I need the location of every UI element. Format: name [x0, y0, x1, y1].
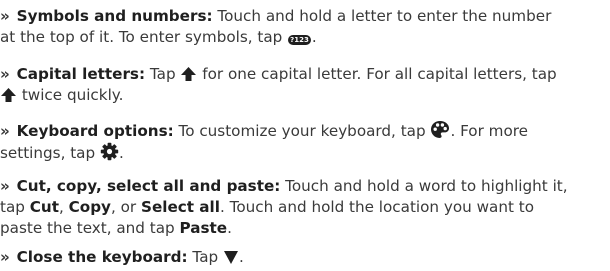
tip-close-keyboard: » Close the keyboard: Tap . — [0, 247, 608, 268]
tip-text: . For more — [450, 122, 528, 140]
tip-keyboard-options: » Keyboard options: To customize your ke… — [0, 120, 608, 164]
tip-cut-copy-paste: » Cut, copy, select all and paste: Touch… — [0, 176, 608, 238]
tip-heading: Cut, copy, select all and paste: — [16, 177, 281, 195]
shift-arrow-icon — [180, 66, 197, 82]
paste-label: Paste — [179, 218, 228, 237]
tip-heading: Keyboard options: — [16, 122, 174, 140]
tip-text: tap — [0, 197, 30, 216]
tip-text: To customize your keyboard, tap — [173, 122, 431, 140]
tip-text: Touch and hold a word to highlight it, — [280, 177, 568, 195]
tip-symbols-and-numbers: » Symbols and numbers: Touch and hold a … — [0, 6, 608, 48]
tip-text: at the top of it. To enter symbols, tap — [0, 27, 288, 46]
tip-text: . Touch and hold the location you want t… — [219, 197, 535, 216]
tip-text: Tap — [187, 248, 223, 266]
tip-text: Touch and hold a letter to enter the num… — [212, 7, 552, 25]
bullet-marker: » — [0, 65, 10, 83]
tip-text: settings, tap — [0, 143, 100, 162]
tip-text: . — [238, 248, 244, 266]
tip-text: . — [311, 27, 317, 46]
shift-arrow-icon — [0, 87, 17, 103]
select-all-label: Select all — [141, 197, 220, 216]
tip-text: , or — [110, 197, 141, 216]
tip-text: . — [118, 143, 124, 162]
tip-text: Tap — [145, 65, 181, 83]
palette-icon — [430, 120, 450, 139]
tip-text: paste the text, and tap — [0, 218, 180, 237]
cut-label: Cut — [29, 197, 59, 216]
bullet-marker: » — [0, 177, 10, 195]
tip-text: for one capital letter. For all capital … — [197, 65, 557, 83]
bullet-marker: » — [0, 248, 10, 266]
copy-label: Copy — [68, 197, 111, 216]
gear-icon — [100, 142, 119, 161]
tip-heading: Symbols and numbers: — [16, 7, 213, 25]
tip-heading: Close the keyboard: — [16, 248, 188, 266]
down-triangle-icon — [223, 250, 239, 265]
bullet-marker: » — [0, 7, 10, 25]
tip-text: twice quickly. — [17, 85, 124, 104]
symbols-key-icon: ?123 — [288, 34, 311, 45]
tip-heading: Capital letters: — [16, 65, 146, 83]
keyboard-tips-document: » Symbols and numbers: Touch and hold a … — [0, 0, 610, 271]
tip-text: . — [227, 218, 232, 237]
tip-capital-letters: » Capital letters: Tap for one capital l… — [0, 64, 608, 106]
tip-text: , — [58, 197, 69, 216]
bullet-marker: » — [0, 122, 10, 140]
